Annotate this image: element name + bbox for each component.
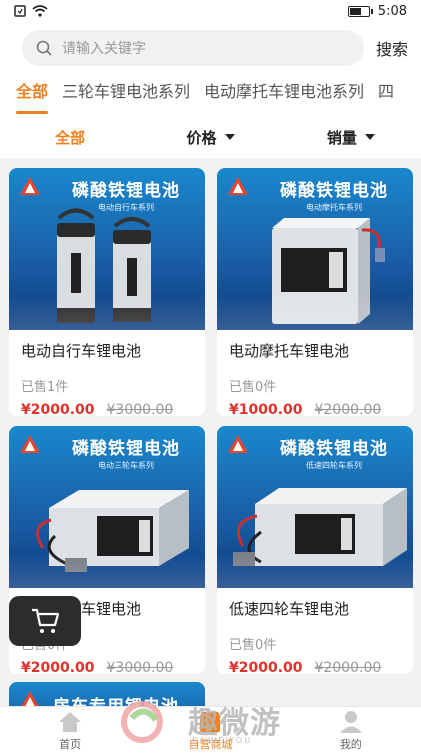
cart-button[interactable]: [9, 596, 81, 646]
user-icon: [339, 711, 362, 733]
product-banner: 磷酸铁锂电池 电动摩托车系列: [217, 168, 413, 330]
search-row: 请输入关键字 搜索: [0, 22, 421, 74]
category-tabs: 全部 三轮车锂电池系列 电动摩托车锂电池系列 四: [0, 74, 421, 116]
search-button[interactable]: 搜索: [376, 36, 408, 60]
status-icons-left: [14, 5, 48, 17]
search-icon: [36, 40, 52, 56]
product-price: ¥2000.00: [21, 402, 95, 416]
battery-icon: [347, 5, 373, 17]
status-time: 5:08: [377, 3, 407, 19]
sim-card-icon: [14, 5, 26, 17]
price-row: ¥2000.00 ¥2000.00: [217, 654, 413, 674]
product-card[interactable]: 磷酸铁锂电池 低速四轮车系列 低速四轮车锂电池 已售0件 ¥2000.00 ¥2…: [217, 426, 413, 674]
sort-sales-label: 销量: [326, 128, 357, 147]
banner-floor: [9, 554, 205, 588]
banner-floor: [217, 554, 413, 588]
price-row: ¥2000.00 ¥3000.00: [9, 654, 205, 674]
product-original-price: ¥3000.00: [106, 660, 174, 674]
price-row: ¥1000.00 ¥2000.00: [217, 396, 413, 416]
watermark-logo-icon: [121, 701, 163, 743]
sort-bar: 全部 价格 销量: [0, 116, 421, 158]
product-card[interactable]: 磷酸铁锂电池 电动摩托车系列 电动摩托车锂电池 已售0件 ¥1000.00 ¥2…: [217, 168, 413, 416]
banner-floor: [217, 296, 413, 330]
product-name: 低速四轮车锂电池: [229, 600, 350, 618]
watermark: 趣微游 QUWEIYOU: [118, 698, 318, 748]
nav-home-label: 首页: [59, 738, 82, 751]
sort-all-label: 全部: [55, 128, 86, 147]
sort-price-label: 价格: [186, 128, 217, 147]
nav-profile-label: 我的: [339, 738, 362, 751]
price-row: ¥2000.00 ¥3000.00: [9, 396, 205, 416]
search-placeholder: 请输入关键字: [62, 41, 146, 57]
tab-tricycle-battery[interactable]: 三轮车锂电池系列: [62, 74, 190, 116]
tab-all[interactable]: 全部: [16, 74, 49, 116]
home-icon: [59, 712, 82, 732]
product-name: 电动自行车锂电池: [21, 342, 142, 360]
status-bar: 5:08: [0, 0, 421, 22]
shopping-cart-icon: [32, 608, 60, 633]
sort-all[interactable]: 全部: [0, 127, 140, 148]
sort-price[interactable]: 价格: [140, 127, 280, 148]
wifi-icon: [32, 5, 48, 17]
product-banner: 磷酸铁锂电池 电动自行车系列: [9, 168, 205, 330]
product-banner: 磷酸铁锂电池 电动三轮车系列: [9, 426, 205, 588]
watermark-subtext: QUWEIYOU: [192, 736, 253, 745]
banner-floor: [9, 296, 205, 330]
product-original-price: ¥2000.00: [314, 402, 382, 416]
product-original-price: ¥3000.00: [106, 402, 174, 416]
product-price: ¥2000.00: [21, 660, 95, 674]
product-card[interactable]: 磷酸铁锂电池 电动自行车系列 电动自行车锂电池 已售1件 ¥2000.00 ¥3…: [9, 168, 205, 416]
product-price: ¥1000.00: [229, 402, 303, 416]
caret-down-icon: [364, 134, 375, 140]
tab-four-wheel-battery[interactable]: 四: [378, 74, 394, 116]
battery-fill: [349, 7, 361, 15]
status-icons-right: 5:08: [347, 3, 407, 19]
caret-down-icon: [224, 134, 235, 140]
sort-sales[interactable]: 销量: [281, 127, 421, 148]
tab-motorcycle-battery[interactable]: 电动摩托车锂电池系列: [204, 74, 364, 116]
search-input[interactable]: 请输入关键字: [22, 30, 364, 66]
product-sold-count: 已售0件: [229, 638, 277, 653]
product-name: 电动摩托车锂电池: [229, 342, 350, 360]
product-sold-count: 已售0件: [229, 380, 277, 395]
product-original-price: ¥2000.00: [314, 660, 382, 674]
product-price: ¥2000.00: [229, 660, 303, 674]
product-banner: 磷酸铁锂电池 低速四轮车系列: [217, 426, 413, 588]
product-sold-count: 已售1件: [21, 380, 69, 395]
